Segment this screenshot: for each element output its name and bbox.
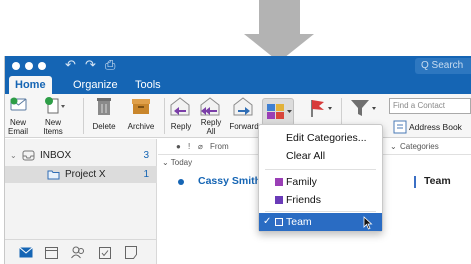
categorize-icon: [267, 104, 292, 119]
flag-icon: [311, 100, 332, 117]
chevron-down-icon: ⌄: [162, 158, 169, 167]
address-book-icon: [393, 120, 407, 134]
forward-icon: [233, 97, 253, 116]
reply-icon: [170, 97, 190, 116]
unread-count: 1: [143, 169, 149, 180]
tab-organize[interactable]: Organize: [67, 76, 124, 94]
address-book-label: Address Book: [409, 122, 462, 132]
folder-icon: [47, 170, 60, 180]
menu-item-label: Friends: [286, 194, 322, 206]
unread-count: 3: [143, 150, 149, 161]
title-bar: ↶ ↷ ⎙ Q Search Home Organize Tools: [5, 56, 471, 94]
undo-icon[interactable]: ↶: [65, 57, 76, 73]
new-email-label-2: Email: [7, 127, 28, 136]
forward-button[interactable]: Forward: [227, 94, 261, 138]
new-items-label-2: Items: [43, 127, 63, 136]
reply-all-label-1: Reply: [200, 118, 222, 127]
folder-label: Project X: [65, 169, 106, 180]
trash-icon: [97, 98, 111, 115]
new-email-label-1: New: [9, 118, 26, 127]
message-category: Team: [424, 175, 451, 187]
outlook-window: ↶ ↷ ⎙ Q Search Home Organize Tools New E…: [4, 56, 471, 264]
chevron-down-icon[interactable]: ⌄: [10, 147, 17, 164]
redo-icon[interactable]: ↷: [85, 57, 96, 73]
archive-button[interactable]: Archive: [123, 94, 159, 138]
menu-item-team[interactable]: ✓ Team: [259, 213, 382, 231]
notes-icon[interactable]: [125, 246, 137, 259]
categorize-button[interactable]: [262, 98, 294, 126]
ribbon-toolbar: New Email New Items Delete Archive Reply…: [5, 94, 471, 138]
reply-label: Reply: [170, 122, 192, 131]
mouse-cursor-icon: [363, 216, 373, 230]
folder-pane: ⌄ INBOX 3 Project X 1: [5, 139, 157, 264]
friends-color-swatch: [275, 196, 283, 204]
menu-item-label: Family: [286, 176, 317, 188]
print-icon[interactable]: ⎙: [105, 57, 115, 73]
menu-item-label: Edit Categories...: [286, 132, 367, 144]
read-status-column-icon[interactable]: ●: [176, 139, 181, 155]
new-items-button[interactable]: New Items: [35, 94, 75, 138]
tab-home[interactable]: Home: [9, 76, 52, 94]
reply-all-label-2: All: [206, 127, 216, 136]
menu-item-family[interactable]: Family: [259, 173, 382, 191]
forward-label: Forward: [229, 122, 259, 131]
tab-tools[interactable]: Tools: [129, 76, 167, 94]
pointer-arrow-shaft: [259, 0, 300, 34]
screenshot-stage: { "window": { "title_bar": { "search_pla…: [0, 0, 471, 264]
menu-separator: [265, 211, 376, 212]
delete-label: Delete: [92, 122, 116, 131]
category-color-bar: [414, 176, 416, 188]
zoom-window-button[interactable]: [38, 62, 46, 70]
mail-icon[interactable]: [19, 247, 33, 258]
menu-separator: [265, 169, 376, 170]
folder-label: INBOX: [40, 150, 72, 161]
archive-label: Archive: [127, 122, 155, 131]
column-header-categories[interactable]: Categories: [400, 139, 439, 155]
ribbon-separator: [83, 98, 84, 134]
ribbon-tabs: Home Organize Tools: [5, 76, 471, 94]
group-label: Today: [170, 158, 193, 167]
find-contact-field[interactable]: Find a Contact: [389, 98, 471, 114]
menu-item-label: Team: [286, 216, 312, 228]
search-field[interactable]: Q Search: [415, 58, 471, 74]
new-items-icon: [45, 97, 65, 114]
archive-box-icon: [132, 99, 150, 114]
menu-item-friends[interactable]: Friends: [259, 191, 382, 209]
attachment-column-icon[interactable]: ⌀: [198, 139, 203, 155]
family-color-swatch: [275, 178, 283, 186]
menu-item-clear-all[interactable]: Clear All: [259, 147, 382, 165]
column-header-from[interactable]: From: [210, 139, 229, 155]
categorize-menu: Edit Categories... Clear All Family Frie…: [258, 124, 383, 232]
address-book-button[interactable]: Address Book: [393, 118, 471, 136]
people-icon[interactable]: [71, 246, 86, 259]
close-window-button[interactable]: [12, 62, 20, 70]
calendar-icon[interactable]: [45, 246, 58, 259]
team-color-swatch: [275, 218, 283, 226]
reply-all-icon: [200, 97, 220, 116]
reply-all-button[interactable]: Reply All: [197, 94, 225, 138]
folder-project-x[interactable]: Project X 1: [5, 166, 157, 183]
new-email-icon: [10, 97, 27, 111]
tasks-icon[interactable]: [99, 246, 111, 259]
checkmark-icon: ✓: [263, 216, 272, 227]
module-switcher: [5, 239, 157, 264]
folder-inbox[interactable]: ⌄ INBOX 3: [5, 147, 157, 164]
minimize-window-button[interactable]: [25, 62, 33, 70]
reply-button[interactable]: Reply: [167, 94, 195, 138]
delete-button[interactable]: Delete: [87, 94, 121, 138]
unread-dot-icon: [178, 179, 184, 185]
menu-item-edit-categories[interactable]: Edit Categories...: [259, 129, 382, 147]
chevron-down-icon[interactable]: ⌄: [390, 139, 397, 155]
filter-funnel-icon: [351, 100, 376, 116]
date-group-header[interactable]: ⌄ Today: [162, 156, 192, 170]
new-items-label-1: New: [44, 118, 61, 127]
new-email-button[interactable]: New Email: [5, 94, 31, 138]
ribbon-separator: [164, 98, 165, 134]
importance-column-icon[interactable]: !: [188, 139, 190, 155]
message-sender: Cassy Smith: [198, 175, 262, 187]
inbox-tray-icon: [22, 150, 35, 161]
menu-item-label: Clear All: [286, 150, 326, 162]
